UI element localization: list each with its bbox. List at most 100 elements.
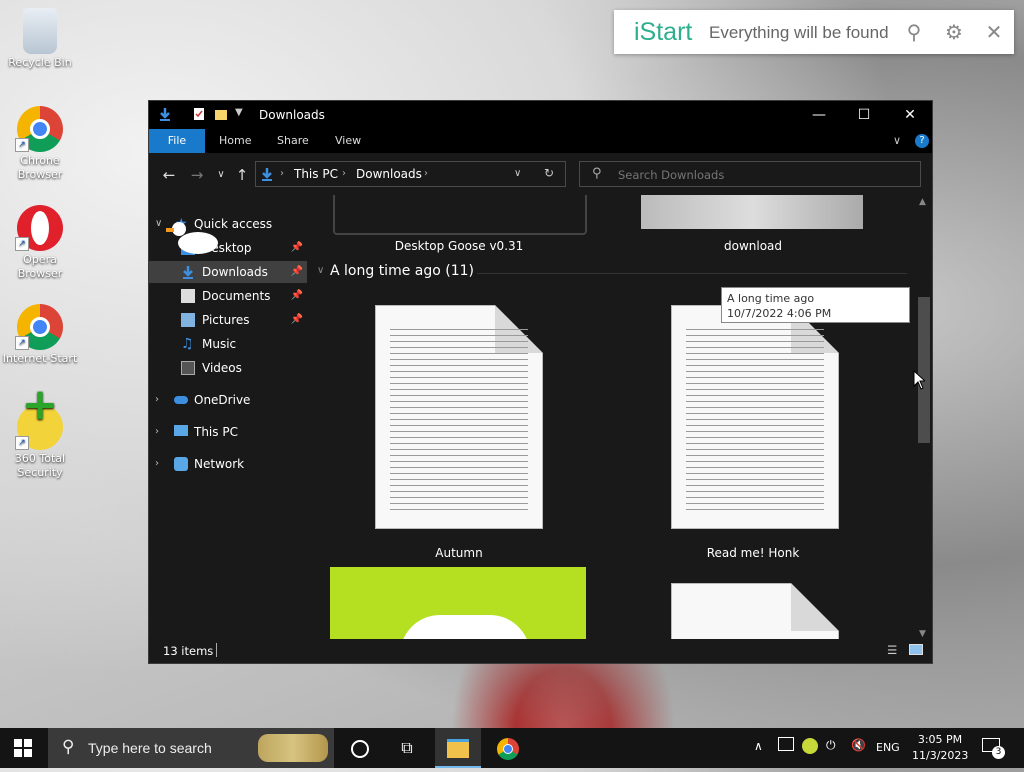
documents-icon	[181, 289, 195, 303]
taskbar-file-explorer[interactable]	[435, 728, 481, 768]
desktop-icon-recycle-bin[interactable]: Recycle Bin	[0, 8, 80, 70]
tray-app-icon[interactable]	[778, 737, 794, 751]
help-icon[interactable]: ?	[915, 134, 929, 148]
file-name-read-me-honk[interactable]: Read me! Honk	[641, 546, 865, 560]
gear-icon[interactable]: ⚙	[942, 20, 966, 44]
search-icon: ⚲	[592, 166, 602, 181]
sidebar-item-this-pc[interactable]: › This PC	[149, 421, 307, 443]
desktop-goose[interactable]	[166, 222, 220, 256]
tab-home[interactable]: Home	[205, 129, 265, 153]
sidebar-item-videos[interactable]: Videos	[149, 357, 307, 379]
360-security-tray-icon[interactable]	[802, 738, 818, 754]
pin-icon: 📌	[290, 266, 303, 277]
notifications-button[interactable]: 3	[982, 738, 1005, 759]
ribbon-tabs: File Home Share View ∨ ?	[149, 129, 932, 153]
mouse-cursor-icon	[913, 370, 925, 390]
title-bar[interactable]: ▼ Downloads — ☐ ✕	[149, 101, 932, 129]
desktop-icon-opera-browser[interactable]: ↗ Opera Browser	[0, 205, 80, 281]
power-icon[interactable]: ⏻	[826, 738, 836, 753]
up-arrow-icon[interactable]: ↑	[232, 165, 252, 185]
file-thumbnail[interactable]	[333, 195, 587, 235]
refresh-icon[interactable]: ↻	[544, 166, 554, 180]
text-file-icon[interactable]	[375, 305, 543, 529]
file-name-desktop-goose[interactable]: Desktop Goose v0.31	[333, 239, 585, 253]
scroll-down-icon[interactable]: ▼	[919, 629, 926, 639]
text-lines	[390, 324, 528, 510]
file-thumbnail[interactable]	[641, 195, 863, 229]
minimize-button[interactable]: —	[796, 101, 842, 129]
breadcrumb-separator: ›	[424, 168, 428, 179]
chevron-down-icon[interactable]: ∨	[317, 265, 324, 276]
taskbar: ⚲ Type here to search ⧉ ∧ ⏻ 🔇 ENG 3:05 P…	[0, 728, 1024, 768]
taskbar-search-box[interactable]: ⚲ Type here to search	[48, 728, 334, 768]
chevron-down-icon[interactable]: ∨	[155, 213, 162, 235]
chevron-right-icon[interactable]: ›	[155, 453, 159, 475]
search-box[interactable]: ⚲	[579, 161, 921, 187]
scroll-up-icon[interactable]: ▲	[919, 197, 926, 207]
page-fold	[791, 583, 839, 631]
chevron-right-icon[interactable]: ›	[155, 421, 159, 443]
tab-share[interactable]: Share	[263, 129, 323, 153]
recycle-bin-icon	[23, 8, 57, 54]
breadcrumb-downloads[interactable]: Downloads	[356, 167, 422, 181]
address-bar[interactable]: › This PC › Downloads › ∨ ↻	[255, 161, 566, 187]
sidebar-item-network[interactable]: › Network	[149, 453, 307, 475]
back-arrow-icon[interactable]: ←	[159, 165, 179, 185]
istart-search-bar[interactable]: iStart Everything will be found ⚲ ⚙ ✕	[614, 10, 1014, 54]
navigation-pane: ∨ ★ Quick access Desktop 📌 Downloads 📌 D…	[149, 195, 307, 641]
goose-body	[178, 232, 218, 254]
chevron-right-icon[interactable]: ›	[155, 389, 159, 411]
sidebar-item-documents[interactable]: Documents 📌	[149, 285, 307, 307]
cortana-circle-icon	[351, 739, 369, 758]
chrome-icon: ↗	[15, 106, 63, 152]
search-input[interactable]	[616, 165, 910, 185]
image-thumbnail[interactable]	[330, 567, 586, 641]
close-icon[interactable]: ✕	[982, 20, 1006, 44]
tab-view[interactable]: View	[321, 129, 375, 153]
sidebar-item-onedrive[interactable]: › OneDrive	[149, 389, 307, 411]
search-icon[interactable]: ⚲	[902, 20, 926, 44]
start-button[interactable]	[0, 728, 46, 768]
text-file-icon[interactable]	[671, 583, 839, 641]
desktop-icon-label: Opera Browser	[17, 253, 63, 280]
task-view-icon: ⧉	[401, 738, 413, 757]
show-hidden-icons[interactable]: ∧	[754, 739, 763, 753]
large-icons-view-icon[interactable]	[909, 644, 923, 655]
clock[interactable]: 3:05 PM 11/3/2023	[912, 732, 968, 764]
task-view-button[interactable]: ⧉	[384, 728, 430, 768]
vertical-scrollbar[interactable]: ▲ ▼	[916, 195, 932, 641]
input-language[interactable]: ENG	[876, 741, 900, 754]
desktop-icon-360-total-security[interactable]: ↗ 360 Total Security	[0, 398, 80, 480]
breadcrumb-this-pc[interactable]: This PC	[294, 167, 338, 181]
recent-locations-icon[interactable]: ∨	[211, 165, 231, 185]
chrome-icon	[497, 737, 519, 760]
maximize-button[interactable]: ☐	[841, 101, 887, 129]
file-name-download[interactable]: download	[641, 239, 865, 253]
file-list: Desktop Goose v0.31 download ∨ A long ti…	[309, 195, 917, 641]
volume-muted-icon[interactable]: 🔇	[851, 738, 866, 752]
navigation-bar: ← → ∨ ↑ › This PC › Downloads › ∨ ↻ ⚲	[149, 153, 932, 195]
sidebar-item-pictures[interactable]: Pictures 📌	[149, 309, 307, 331]
cortana-button[interactable]	[337, 728, 383, 768]
download-arrow-icon	[262, 168, 272, 181]
address-history-icon[interactable]: ∨	[514, 168, 521, 179]
istart-tagline[interactable]: Everything will be found	[709, 23, 889, 43]
text-file-icon[interactable]	[671, 305, 839, 529]
taskbar-chrome[interactable]	[485, 728, 531, 768]
sidebar-item-downloads[interactable]: Downloads 📌	[149, 261, 307, 283]
expand-ribbon-icon[interactable]: ∨	[893, 134, 901, 147]
desktop-icon-chrone-browser[interactable]: ↗ Chrone Browser	[0, 106, 80, 182]
file-name-autumn[interactable]: Autumn	[333, 546, 585, 560]
forward-arrow-icon[interactable]: →	[187, 165, 207, 185]
properties-icon[interactable]	[192, 107, 206, 121]
360-security-icon: ↗	[15, 398, 63, 450]
sidebar-item-music[interactable]: ♫ Music	[149, 333, 307, 355]
close-button[interactable]: ✕	[887, 101, 933, 129]
tab-file[interactable]: File	[149, 129, 205, 153]
new-folder-icon[interactable]	[214, 107, 228, 121]
customize-quick-access-icon[interactable]: ▼	[235, 107, 243, 118]
breadcrumb-separator: ›	[342, 168, 346, 179]
details-view-icon[interactable]: ☰	[887, 643, 897, 657]
tooltip: A long time ago 10/7/2022 4:06 PM	[721, 287, 910, 323]
desktop-icon-internet-start[interactable]: ↗ Internet-Start	[0, 304, 80, 366]
